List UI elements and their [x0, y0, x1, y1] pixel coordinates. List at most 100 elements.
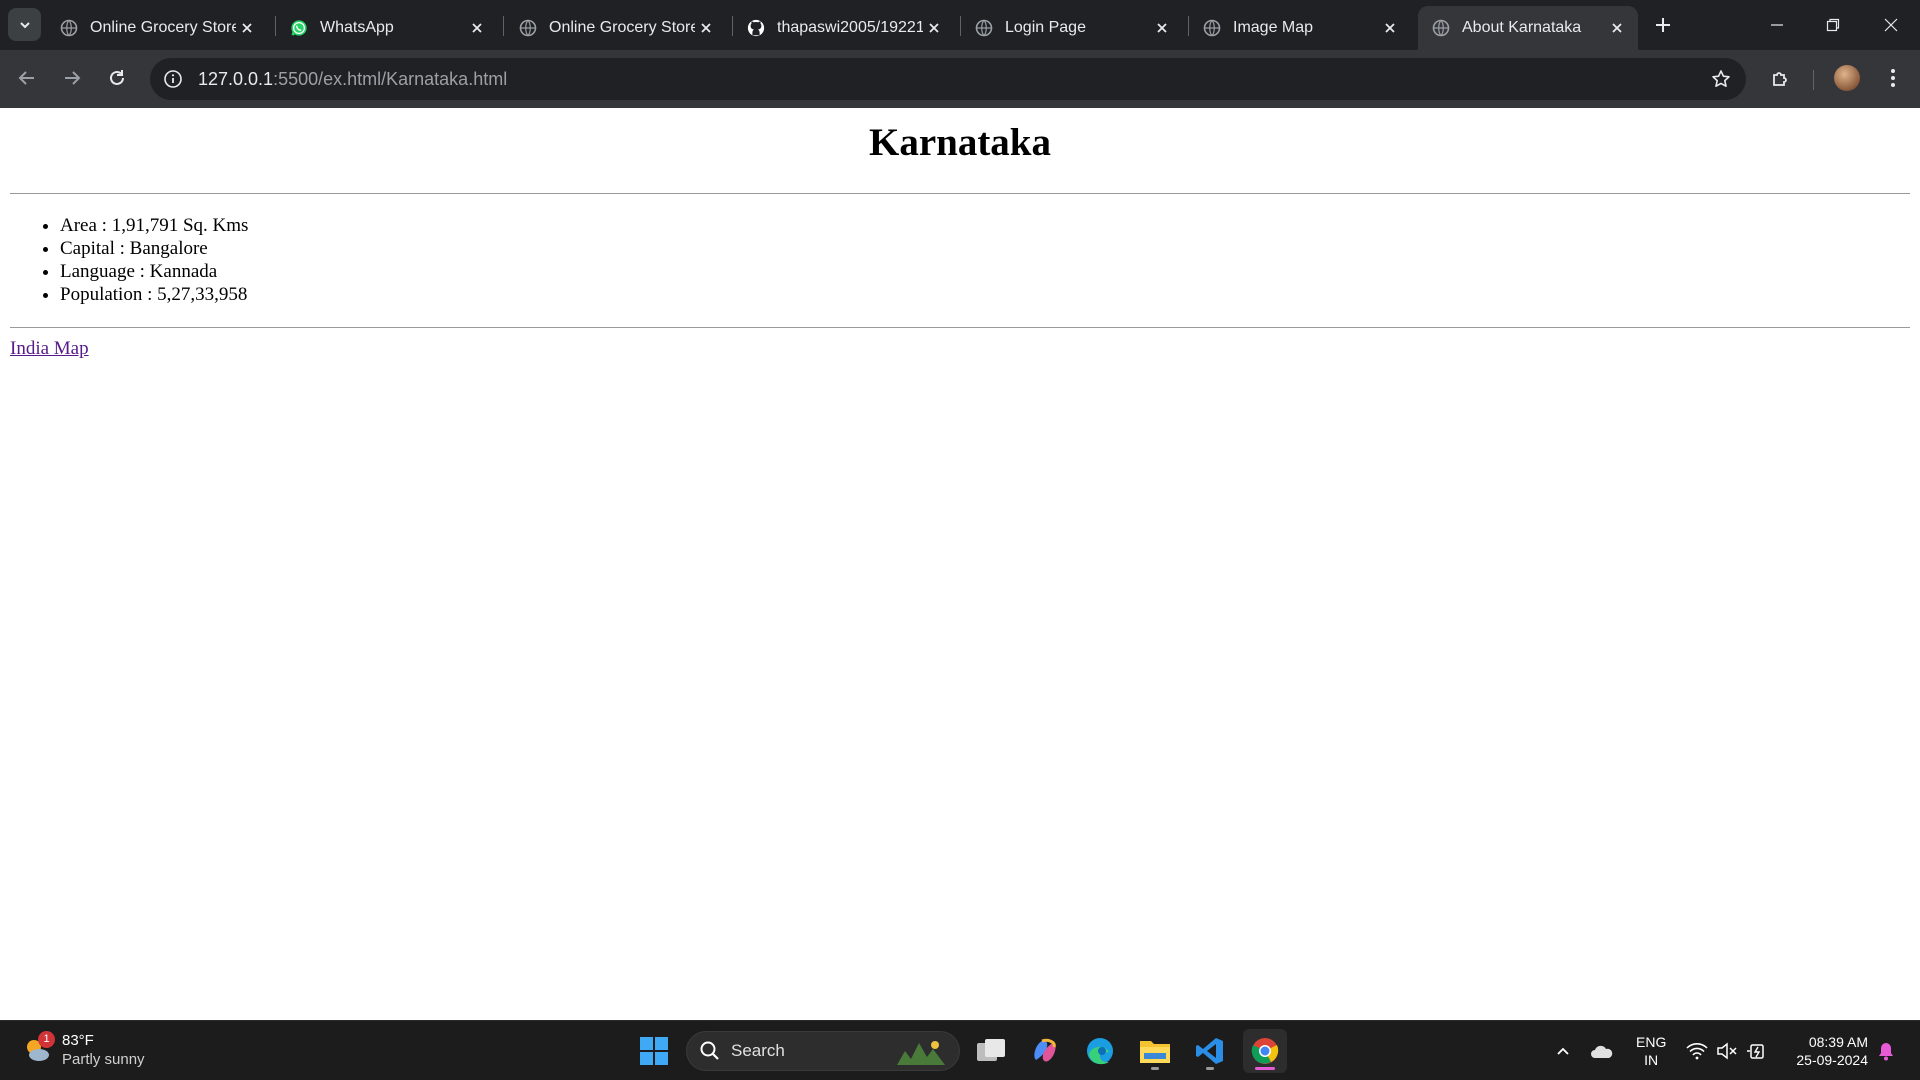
system-clock[interactable]: 08:39 AM 25-09-2024 [1784, 1033, 1868, 1069]
tab-whatsapp[interactable]: WhatsApp [276, 6, 498, 50]
region-code: IN [1644, 1052, 1659, 1068]
cloud-icon [1591, 1045, 1613, 1058]
toolbar-separator [1813, 70, 1814, 90]
browser-toolbar: 127.0.0.1:5500/ex.html/Karnataka.html [0, 50, 1920, 108]
folder-icon [1140, 1041, 1170, 1063]
vscode-button[interactable] [1188, 1029, 1232, 1073]
browser-tab-strip: Online Grocery Store WhatsApp Online Gro… [0, 0, 1920, 50]
list-item: Population : 5,27,33,958 [60, 283, 248, 306]
weather-text: 83°F Partly sunny [62, 1031, 145, 1069]
tab-title: WhatsApp [320, 19, 394, 36]
address-bar[interactable]: 127.0.0.1:5500/ex.html/Karnataka.html [150, 58, 1746, 100]
tab-github[interactable]: thapaswi2005/19221 [733, 6, 955, 50]
facts-list: Area : 1,91,791 Sq. Kms Capital : Bangal… [60, 214, 248, 306]
file-explorer-button[interactable] [1133, 1029, 1177, 1073]
new-tab-button[interactable] [1650, 12, 1676, 38]
edge-button[interactable] [1078, 1029, 1122, 1073]
whatsapp-icon [290, 19, 308, 37]
network-button[interactable] [1685, 1039, 1709, 1063]
tab-about-karnataka[interactable]: About Karnataka [1418, 6, 1638, 50]
input-language-indicator[interactable]: ENG IN [1636, 1033, 1666, 1069]
search-highlight-icon [897, 1041, 945, 1065]
tab-image-map[interactable]: Image Map [1189, 6, 1411, 50]
tab-title: Online Grocery Store [549, 19, 695, 36]
reload-icon [110, 70, 124, 85]
minimize-icon [1771, 24, 1783, 26]
site-info-icon[interactable] [162, 68, 184, 90]
close-icon[interactable] [236, 17, 258, 39]
tab-login-page[interactable]: Login Page [961, 6, 1183, 50]
search-label: Search [731, 1041, 785, 1060]
search-icon [700, 1041, 719, 1060]
tab-title: Online Grocery Store [90, 19, 236, 36]
india-map-link[interactable]: India Map [10, 338, 89, 360]
tab-online-grocery-2[interactable]: Online Grocery Store [505, 6, 727, 50]
battery-charging-icon [1747, 1044, 1764, 1059]
weather-condition: Partly sunny [62, 1051, 145, 1068]
close-icon[interactable] [1606, 17, 1628, 39]
chrome-menu-button[interactable] [1877, 62, 1909, 94]
weather-widget[interactable]: 1 83°F Partly sunny [22, 1031, 145, 1069]
extensions-button[interactable] [1765, 62, 1797, 94]
chevron-down-icon [19, 21, 30, 28]
tab-search-button[interactable] [8, 8, 41, 41]
windows-taskbar: 1 83°F Partly sunny Search ENG IN 08:39 … [0, 1020, 1920, 1080]
tab-separator [503, 16, 504, 36]
plus-icon [1656, 18, 1670, 32]
taskbar-search[interactable]: Search [686, 1031, 960, 1071]
tab-title: About Karnataka [1462, 19, 1582, 36]
task-view-icon [977, 1039, 1005, 1061]
globe-icon [975, 19, 993, 37]
onedrive-button[interactable] [1590, 1039, 1614, 1063]
battery-button[interactable] [1745, 1039, 1769, 1063]
task-view-button[interactable] [969, 1029, 1013, 1073]
minimize-button[interactable] [1762, 10, 1792, 40]
restore-button[interactable] [1818, 10, 1848, 40]
close-icon[interactable] [695, 17, 717, 39]
active-indicator [1255, 1067, 1275, 1070]
clock-time: 08:39 AM [1808, 1034, 1868, 1050]
list-item: Area : 1,91,791 Sq. Kms [60, 214, 248, 237]
list-item: Capital : Bangalore [60, 237, 248, 260]
close-icon [1884, 18, 1898, 32]
close-icon[interactable] [1151, 17, 1173, 39]
start-button[interactable] [632, 1029, 676, 1073]
copilot-button[interactable] [1023, 1029, 1067, 1073]
avatar [1834, 65, 1860, 91]
back-button[interactable] [11, 62, 43, 94]
divider [10, 193, 1910, 194]
close-window-button[interactable] [1876, 10, 1906, 40]
globe-icon [519, 19, 537, 37]
notifications-button[interactable] [1874, 1039, 1898, 1063]
wifi-icon [1686, 1043, 1708, 1060]
language-code: ENG [1636, 1034, 1667, 1050]
tab-online-grocery-1[interactable]: Online Grocery Store [46, 6, 268, 50]
close-icon[interactable] [466, 17, 488, 39]
url-host: 127.0.0.1 [198, 68, 274, 89]
windows-logo-icon [640, 1037, 668, 1065]
chrome-button[interactable] [1243, 1029, 1287, 1073]
close-icon[interactable] [1379, 17, 1401, 39]
copilot-icon [1034, 1038, 1056, 1062]
volume-button[interactable] [1715, 1039, 1739, 1063]
reload-button[interactable] [101, 62, 133, 94]
running-indicator [1206, 1067, 1214, 1070]
bookmark-star-icon[interactable] [1710, 68, 1732, 90]
vscode-icon [1196, 1038, 1223, 1064]
forward-button[interactable] [56, 62, 88, 94]
running-indicator [1151, 1067, 1159, 1070]
weather-icon: 1 [22, 1031, 55, 1065]
web-page: Karnataka Area : 1,91,791 Sq. Kms Capita… [0, 108, 1920, 1020]
github-icon [747, 19, 765, 37]
profile-button[interactable] [1831, 62, 1863, 94]
clock-date: 25-09-2024 [1796, 1052, 1868, 1068]
arrow-right-icon [65, 71, 81, 85]
url-path: :5500/ex.html/Karnataka.html [273, 68, 508, 89]
url-text: 127.0.0.1:5500/ex.html/Karnataka.html [198, 69, 507, 90]
weather-temperature: 83°F [62, 1032, 94, 1049]
restore-icon [1826, 18, 1840, 32]
chevron-up-icon [1557, 1047, 1569, 1055]
show-hidden-icons-button[interactable] [1551, 1039, 1575, 1063]
close-icon[interactable] [923, 17, 945, 39]
divider [10, 327, 1910, 328]
